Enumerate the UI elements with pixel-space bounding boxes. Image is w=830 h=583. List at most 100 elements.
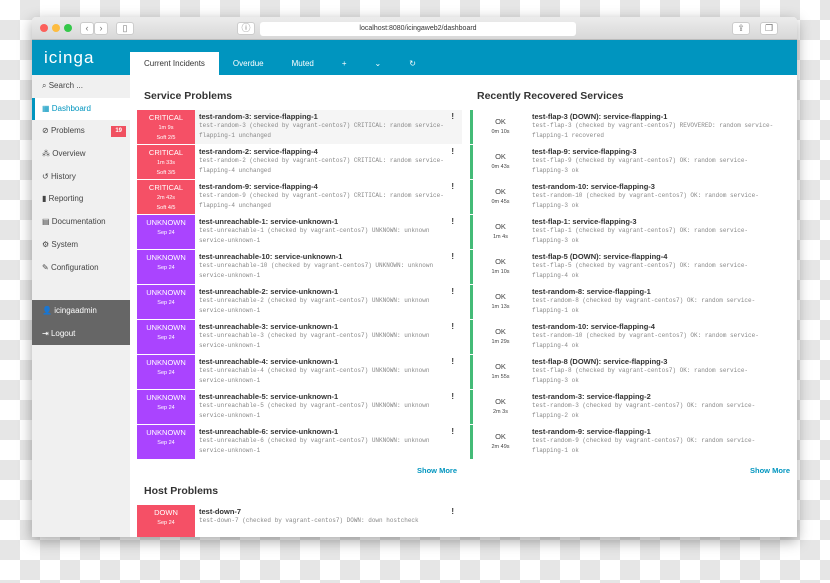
- url-bar[interactable]: localhost:8080/icingaweb2/dashboard: [260, 22, 576, 36]
- table-row[interactable]: CRITICAL 2m 42s Soft 4/5 test-random-9: ser…: [137, 180, 462, 215]
- row-body: test-random-10: service-flapping-3 test-r…: [528, 180, 795, 214]
- row-title-link[interactable]: test-flap-8 (DOWN): service-flapping-3: [532, 357, 791, 366]
- icinga-logo[interactable]: icinga: [44, 48, 94, 68]
- sidebar-item-overview-icon: ⁂: [42, 149, 53, 159]
- service-problems-show-more[interactable]: Show More: [137, 460, 462, 481]
- state-badge: OK 0m 10s: [470, 110, 528, 144]
- row-title-link[interactable]: test-unreachable-2: service-unknown-1: [199, 287, 458, 296]
- close-window-icon[interactable]: [40, 24, 48, 32]
- tab-current-incidents[interactable]: Current Incidents: [130, 52, 219, 75]
- row-title-link[interactable]: test-unreachable-10: service-unknown-1: [199, 252, 458, 261]
- row-title-link[interactable]: test-unreachable-3: service-unknown-1: [199, 322, 458, 331]
- host-problems-title: Host Problems: [144, 485, 219, 497]
- share-icon[interactable]: ⇪: [732, 22, 750, 35]
- state-label: CRITICAL: [148, 148, 184, 157]
- row-title-link[interactable]: test-random-9: service-flapping-1: [532, 427, 791, 436]
- table-row[interactable]: CRITICAL 1m 9s Soft 2/5 test-random-3: serv…: [137, 110, 462, 145]
- state-badge: OK 0m 45s: [470, 180, 528, 214]
- table-row[interactable]: OK 0m 45s test-random-10: service-flapping…: [470, 180, 795, 215]
- sidebar-item-problems[interactable]: ⊘ Problems 19: [32, 120, 130, 143]
- table-row[interactable]: UNKNOWN Sep 24 test-unreachable-3: service…: [137, 320, 462, 355]
- table-row[interactable]: OK 1m 10s test-flap-5 (DOWN): service-flap…: [470, 250, 795, 285]
- table-row[interactable]: UNKNOWN Sep 24 test-unreachable-6: service…: [137, 425, 462, 460]
- row-title-link[interactable]: test-random-8: service-flapping-1: [532, 287, 791, 296]
- row-title-link[interactable]: test-down-7: [199, 507, 458, 516]
- back-icon[interactable]: ‹: [80, 22, 94, 35]
- row-title-link[interactable]: test-random-2: service-flapping-4: [199, 147, 458, 156]
- sidebar-item-overview[interactable]: ⁂ Overview: [32, 143, 130, 166]
- row-output: test-unreachable-1 (checked by vagrant-c…: [199, 227, 430, 244]
- maximize-window-icon[interactable]: [64, 24, 72, 32]
- sidebar-item-label: Overview: [52, 149, 86, 159]
- row-title-link[interactable]: test-flap-9: service-flapping-3: [532, 147, 791, 156]
- tab-muted[interactable]: Muted: [278, 52, 328, 75]
- row-title-link[interactable]: test-random-3: service-flapping-2: [532, 392, 791, 401]
- sidebar-item-configuration[interactable]: ✎ Configuration: [32, 257, 130, 280]
- row-title-link[interactable]: test-unreachable-5: service-unknown-1: [199, 392, 458, 401]
- table-row[interactable]: UNKNOWN Sep 24 test-unreachable-5: service…: [137, 390, 462, 425]
- table-row[interactable]: UNKNOWN Sep 24 test-unreachable-4: service…: [137, 355, 462, 390]
- row-body: test-unreachable-5: service-unknown-1 tes…: [195, 390, 462, 424]
- table-row[interactable]: UNKNOWN Sep 24 test-unreachable-10: servic…: [137, 250, 462, 285]
- row-title-link[interactable]: test-unreachable-6: service-unknown-1: [199, 427, 458, 436]
- chevron-down-icon[interactable]: ⌄: [361, 52, 396, 75]
- row-title-link[interactable]: test-random-3: service-flapping-1: [199, 112, 458, 121]
- row-body: test-random-9: service-flapping-4 test-ra…: [195, 180, 462, 214]
- site-info-icon[interactable]: ⓘ: [237, 22, 255, 35]
- user-link[interactable]: 👤 icingaadmin: [32, 300, 130, 323]
- state-badge: UNKNOWN Sep 24: [137, 320, 195, 354]
- state-badge: UNKNOWN Sep 24: [137, 425, 195, 459]
- recovered-show-more[interactable]: Show More: [470, 460, 795, 481]
- state-badge: OK 1m 10s: [470, 250, 528, 284]
- table-row[interactable]: OK 1m 13s test-random-8: service-flapping-…: [470, 285, 795, 320]
- add-dashlet-button[interactable]: +: [328, 52, 361, 75]
- state-duration: 0m 43s: [491, 164, 510, 170]
- sidebar-item-system[interactable]: ⚙ System: [32, 234, 130, 257]
- row-title-link[interactable]: test-random-10: service-flapping-3: [532, 182, 791, 191]
- table-row[interactable]: OK 1m 29s test-random-10: service-flapping…: [470, 320, 795, 355]
- state-duration: Sep 24: [157, 520, 175, 526]
- table-row[interactable]: OK 1m 55s test-flap-8 (DOWN): service-flap…: [470, 355, 795, 390]
- row-title-link[interactable]: test-unreachable-1: service-unknown-1: [199, 217, 458, 226]
- row-title-link[interactable]: test-random-10: service-flapping-4: [532, 322, 791, 331]
- refresh-icon[interactable]: ↻: [395, 52, 430, 75]
- table-row[interactable]: OK 2m 3s test-random-3: service-flapping-2…: [470, 390, 795, 425]
- tabs-icon[interactable]: ❐: [760, 22, 778, 35]
- exclamation-icon: !: [451, 252, 454, 261]
- row-body: test-random-2: service-flapping-4 test-ra…: [195, 145, 462, 179]
- state-badge: CRITICAL 1m 9s Soft 2/5: [137, 110, 195, 144]
- state-badge: CRITICAL 2m 42s Soft 4/5: [137, 180, 195, 214]
- table-row[interactable]: OK 1m 4s test-flap-1: service-flapping-3 te…: [470, 215, 795, 250]
- row-title-link[interactable]: test-flap-3 (DOWN): service-flapping-1: [532, 112, 791, 121]
- table-row[interactable]: UNKNOWN Sep 24 test-unreachable-1: service…: [137, 215, 462, 250]
- row-body: test-random-8: service-flapping-1 test-ra…: [528, 285, 795, 319]
- sidebar-item-dashboard[interactable]: ▦ Dashboard: [32, 97, 130, 121]
- logout-link[interactable]: ⇥ Logout: [32, 323, 130, 346]
- row-title-link[interactable]: test-random-9: service-flapping-4: [199, 182, 458, 191]
- row-title-link[interactable]: test-unreachable-4: service-unknown-1: [199, 357, 458, 366]
- minimize-window-icon[interactable]: [52, 24, 60, 32]
- table-row[interactable]: OK 2m 49s test-random-9: service-flapping-…: [470, 425, 795, 460]
- table-row[interactable]: OK 0m 43s test-flap-9: service-flapping-3 t…: [470, 145, 795, 180]
- search-input[interactable]: ⌕ Search ...: [32, 75, 130, 98]
- row-output: test-flap-3 (checked by vagrant-centos7)…: [532, 122, 774, 139]
- sidebar-item-history[interactable]: ↺ History: [32, 166, 130, 189]
- row-output: test-random-10 (checked by vagrant-cento…: [532, 332, 759, 349]
- exclamation-icon: !: [451, 357, 454, 366]
- sidebar-item-reporting[interactable]: ▮ Reporting: [32, 188, 130, 211]
- tab-overdue[interactable]: Overdue: [219, 52, 278, 75]
- table-row[interactable]: DOWN Sep 24 test-down-7 test-down-7 (checke…: [137, 505, 462, 537]
- state-duration: 1m 10s: [491, 269, 510, 275]
- row-title-link[interactable]: test-flap-1: service-flapping-3: [532, 217, 791, 226]
- table-row[interactable]: OK 0m 10s test-flap-3 (DOWN): service-flap…: [470, 110, 795, 145]
- state-badge: OK 2m 49s: [470, 425, 528, 459]
- state-duration: 2m 42s: [156, 195, 176, 201]
- row-title-link[interactable]: test-flap-5 (DOWN): service-flapping-4: [532, 252, 791, 261]
- table-row[interactable]: UNKNOWN Sep 24 test-unreachable-2: service…: [137, 285, 462, 320]
- table-row[interactable]: CRITICAL 1m 33s Soft 3/5 test-random-2: ser…: [137, 145, 462, 180]
- state-duration: Sep 24: [157, 265, 175, 271]
- sidebar-item-documentation[interactable]: ▤ Documentation: [32, 211, 130, 234]
- sidebar-item-reporting-icon: ▮: [42, 194, 49, 204]
- sidebar-toggle-icon[interactable]: ▯: [116, 22, 134, 35]
- forward-icon[interactable]: ›: [94, 22, 108, 35]
